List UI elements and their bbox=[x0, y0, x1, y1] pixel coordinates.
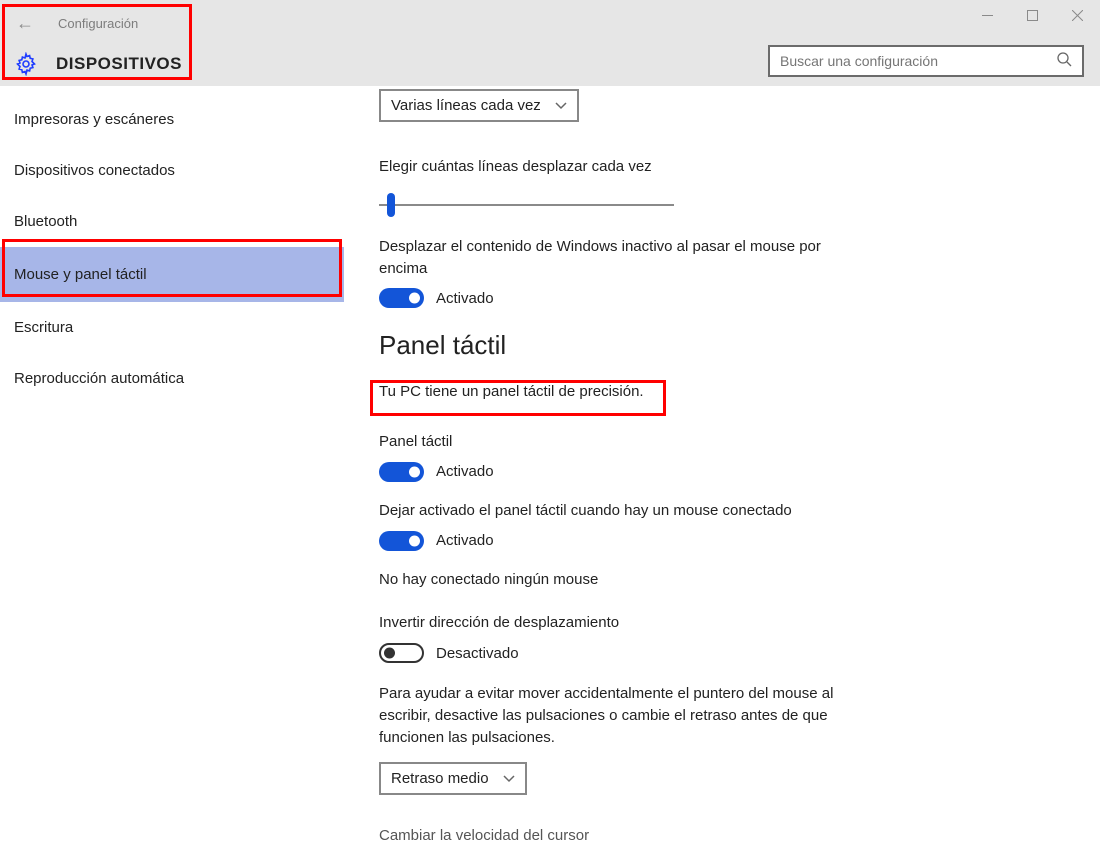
inactive-scroll-toggle[interactable] bbox=[379, 288, 424, 308]
precision-touchpad-msg: Tu PC tiene un panel táctil de precisión… bbox=[379, 381, 1100, 403]
window-title: Configuración bbox=[58, 16, 138, 31]
lines-slider[interactable] bbox=[379, 194, 674, 216]
invert-toggle[interactable] bbox=[379, 643, 424, 663]
sidebar-item-label: Dispositivos conectados bbox=[14, 162, 175, 179]
sidebar-item-bluetooth[interactable]: Bluetooth bbox=[0, 196, 344, 247]
setting-label: Dejar activado el panel táctil cuando ha… bbox=[379, 500, 1100, 522]
dropdown-value: Retraso medio bbox=[391, 770, 489, 787]
toggle-state-label: Desactivado bbox=[436, 645, 519, 662]
sidebar-item-printers[interactable]: Impresoras y escáneres bbox=[0, 94, 344, 145]
chevron-down-icon bbox=[503, 772, 515, 786]
touchpad-setting: Panel táctil Activado bbox=[379, 431, 1100, 482]
close-button[interactable] bbox=[1055, 0, 1100, 30]
setting-label: Desplazar el contenido de Windows inacti… bbox=[379, 236, 869, 280]
section-title-touchpad: Panel táctil bbox=[379, 330, 1100, 361]
scroll-mode-dropdown[interactable]: Varias líneas cada vez bbox=[379, 89, 579, 122]
sidebar-item-label: Bluetooth bbox=[14, 213, 77, 230]
leave-on-toggle[interactable] bbox=[379, 531, 424, 551]
tap-delay-dropdown[interactable]: Retraso medio bbox=[379, 762, 527, 795]
window-header: ← Configuración DISPOSITIVOS bbox=[0, 0, 1100, 86]
sidebar-item-label: Impresoras y escáneres bbox=[14, 111, 174, 128]
cursor-speed-label: Cambiar la velocidad del cursor bbox=[379, 825, 1100, 847]
toggle-state-label: Activado bbox=[436, 290, 494, 307]
setting-label: Elegir cuántas líneas desplazar cada vez bbox=[379, 156, 1100, 178]
sidebar-item-typing[interactable]: Escritura bbox=[0, 302, 344, 353]
toggle-state-label: Activado bbox=[436, 463, 494, 480]
gear-icon bbox=[14, 52, 38, 76]
no-mouse-msg: No hay conectado ningún mouse bbox=[379, 569, 1100, 591]
dropdown-value: Varias líneas cada vez bbox=[391, 97, 541, 114]
tap-delay-help-text: Para ayudar a evitar mover accidentalmen… bbox=[379, 683, 864, 748]
sidebar-item-label: Reproducción automática bbox=[14, 370, 184, 387]
content-pane: Varias líneas cada vez Elegir cuántas lí… bbox=[344, 86, 1100, 863]
back-icon[interactable]: ← bbox=[16, 14, 34, 32]
search-input[interactable] bbox=[780, 53, 1056, 69]
sidebar-item-mouse-touchpad[interactable]: Mouse y panel táctil bbox=[0, 247, 344, 302]
inactive-scroll-setting: Desplazar el contenido de Windows inacti… bbox=[379, 236, 869, 309]
lines-slider-setting: Elegir cuántas líneas desplazar cada vez bbox=[379, 156, 1100, 216]
invert-direction-setting: Invertir dirección de desplazamiento Des… bbox=[379, 612, 1100, 663]
chevron-down-icon bbox=[555, 99, 567, 113]
category-title: DISPOSITIVOS bbox=[56, 54, 182, 74]
search-box[interactable] bbox=[768, 45, 1084, 77]
slider-track bbox=[379, 204, 674, 206]
scroll-mode-setting: Varias líneas cada vez bbox=[379, 89, 1100, 122]
setting-label: Invertir dirección de desplazamiento bbox=[379, 612, 1100, 634]
sidebar-item-label: Escritura bbox=[14, 319, 73, 336]
minimize-button[interactable] bbox=[965, 0, 1010, 30]
slider-thumb[interactable] bbox=[387, 193, 395, 217]
maximize-button[interactable] bbox=[1010, 0, 1055, 30]
search-icon[interactable] bbox=[1056, 51, 1072, 71]
touchpad-toggle[interactable] bbox=[379, 462, 424, 482]
window-controls bbox=[965, 0, 1100, 30]
setting-label: Panel táctil bbox=[379, 431, 1100, 453]
sidebar-item-autoplay[interactable]: Reproducción automática bbox=[0, 353, 344, 404]
leave-on-setting: Dejar activado el panel táctil cuando ha… bbox=[379, 500, 1100, 551]
toggle-state-label: Activado bbox=[436, 532, 494, 549]
sidebar-item-label: Mouse y panel táctil bbox=[14, 266, 147, 283]
sidebar-item-connected-devices[interactable]: Dispositivos conectados bbox=[0, 145, 344, 196]
sidebar: Impresoras y escáneres Dispositivos cone… bbox=[0, 86, 344, 863]
